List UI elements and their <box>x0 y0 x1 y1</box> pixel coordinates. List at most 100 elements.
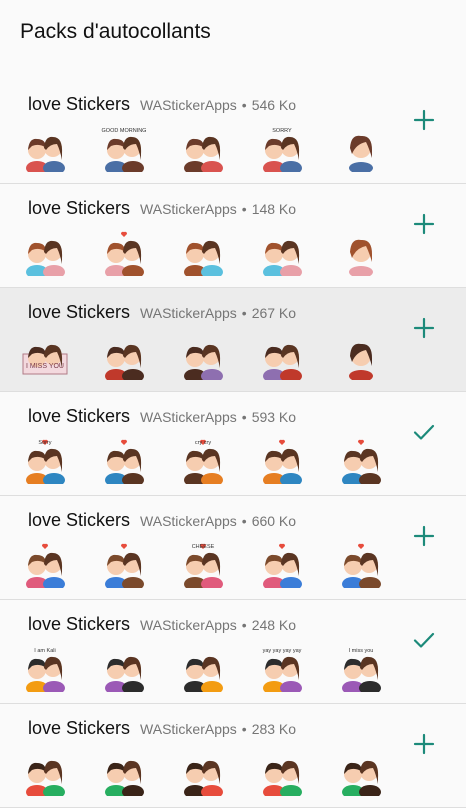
sticker-preview-strip: Sorry cry cry <box>20 436 386 487</box>
add-pack-button[interactable] <box>410 108 438 136</box>
pack-publisher: WAStickerApps <box>140 617 237 633</box>
sticker-preview <box>257 228 307 279</box>
sticker-preview: I MISS YOU <box>20 332 70 380</box>
pack-header: love Stickers WAStickerApps • 546 Ko <box>28 94 296 115</box>
pack-meta: WAStickerApps • 148 Ko <box>140 201 296 217</box>
sticker-preview-strip: I am Kali yay yay yay yay I miss you <box>20 644 386 695</box>
svg-text:Sorry: Sorry <box>38 440 51 446</box>
sticker-preview <box>99 332 149 383</box>
pack-publisher: WAStickerApps <box>140 201 237 217</box>
sticker-preview <box>99 540 149 591</box>
meta-separator: • <box>241 513 247 529</box>
sticker-preview: CHEESE <box>178 540 228 591</box>
pack-meta: WAStickerApps • 267 Ko <box>140 305 296 321</box>
meta-separator: • <box>241 97 247 113</box>
pack-publisher: WAStickerApps <box>140 305 237 321</box>
sticker-preview-strip: CHEESE <box>20 540 386 591</box>
app-bar: Packs d'autocollants <box>0 0 466 64</box>
sticker-preview: I miss you <box>336 644 386 695</box>
check-icon <box>412 628 436 657</box>
pack-name: love Stickers <box>28 94 131 114</box>
svg-text:I am Kali: I am Kali <box>34 648 55 654</box>
check-icon <box>412 420 436 449</box>
sticker-preview <box>99 228 149 279</box>
sticker-preview <box>336 540 386 591</box>
add-pack-button[interactable] <box>410 316 438 344</box>
sticker-preview <box>20 748 70 799</box>
pack-header: love Stickers WAStickerApps • 660 Ko <box>28 510 296 531</box>
sticker-pack-row[interactable]: love Stickers WAStickerApps • 283 Ko <box>0 704 466 808</box>
meta-separator: • <box>241 617 247 633</box>
plus-icon <box>412 524 436 553</box>
meta-separator: • <box>241 201 247 217</box>
sticker-pack-row[interactable]: love Stickers WAStickerApps • 267 Ko I MISS … <box>0 288 466 392</box>
pack-header: love Stickers WAStickerApps • 593 Ko <box>28 406 296 427</box>
added-check-button[interactable] <box>410 420 438 448</box>
pack-name: love Stickers <box>28 718 131 738</box>
sticker-preview <box>178 644 228 695</box>
added-check-button[interactable] <box>410 628 438 656</box>
sticker-preview-strip <box>20 228 386 279</box>
plus-icon <box>412 316 436 345</box>
add-pack-button[interactable] <box>410 732 438 760</box>
pack-size: 593 Ko <box>251 409 297 425</box>
sticker-preview <box>99 644 149 695</box>
svg-text:SORRY: SORRY <box>272 128 292 134</box>
pack-size: 267 Ko <box>251 305 297 321</box>
sticker-preview <box>20 228 70 279</box>
pack-header: love Stickers WAStickerApps • 248 Ko <box>28 614 296 635</box>
sticker-pack-list: love Stickers WAStickerApps • 546 Ko GOOD MO… <box>0 80 466 808</box>
sticker-preview: cry cry <box>178 436 228 487</box>
sticker-preview <box>336 228 386 278</box>
pack-header: love Stickers WAStickerApps • 267 Ko <box>28 302 296 323</box>
sticker-preview <box>257 332 307 383</box>
page-title: Packs d'autocollants <box>20 20 211 43</box>
add-pack-button[interactable] <box>410 524 438 552</box>
pack-size: 148 Ko <box>251 201 297 217</box>
pack-meta: WAStickerApps • 660 Ko <box>140 513 296 529</box>
sticker-preview <box>336 436 386 487</box>
pack-publisher: WAStickerApps <box>140 513 237 529</box>
meta-separator: • <box>241 721 247 737</box>
sticker-preview <box>257 540 307 591</box>
pack-size: 546 Ko <box>251 97 297 113</box>
pack-name: love Stickers <box>28 510 131 530</box>
sticker-preview <box>178 748 228 799</box>
sticker-preview: SORRY <box>257 124 307 175</box>
plus-icon <box>412 108 436 137</box>
sticker-preview <box>257 436 307 487</box>
sticker-preview <box>336 748 386 799</box>
add-pack-button[interactable] <box>410 212 438 240</box>
sticker-preview <box>178 228 228 279</box>
sticker-preview-strip: I MISS YOU <box>20 332 386 383</box>
sticker-pack-row[interactable]: love Stickers WAStickerApps • 248 Ko I am Ka… <box>0 600 466 704</box>
svg-text:CHEESE: CHEESE <box>192 544 215 550</box>
svg-text:GOOD MORNING: GOOD MORNING <box>102 128 147 134</box>
sticker-preview <box>336 332 386 382</box>
sticker-pack-row[interactable]: love Stickers WAStickerApps • 593 Ko Sorry cr… <box>0 392 466 496</box>
plus-icon <box>412 732 436 761</box>
sticker-preview <box>99 748 149 799</box>
pack-meta: WAStickerApps • 248 Ko <box>140 617 296 633</box>
sticker-pack-row[interactable]: love Stickers WAStickerApps • 660 Ko CHEESE <box>0 496 466 600</box>
pack-publisher: WAStickerApps <box>140 409 237 425</box>
sticker-preview <box>257 748 307 799</box>
sticker-preview <box>20 540 70 591</box>
sticker-preview: yay yay yay yay <box>257 644 307 695</box>
pack-publisher: WAStickerApps <box>140 721 237 737</box>
svg-text:I miss you: I miss you <box>349 648 374 654</box>
svg-text:cry cry: cry cry <box>195 440 211 446</box>
pack-meta: WAStickerApps • 283 Ko <box>140 721 296 737</box>
pack-name: love Stickers <box>28 198 131 218</box>
pack-name: love Stickers <box>28 302 131 322</box>
sticker-preview: I am Kali <box>20 644 70 695</box>
pack-header: love Stickers WAStickerApps • 283 Ko <box>28 718 296 739</box>
pack-header: love Stickers WAStickerApps • 148 Ko <box>28 198 296 219</box>
pack-meta: WAStickerApps • 546 Ko <box>140 97 296 113</box>
pack-size: 660 Ko <box>251 513 297 529</box>
list-top-spacer <box>0 64 466 80</box>
sticker-pack-row[interactable]: love Stickers WAStickerApps • 546 Ko GOOD MO… <box>0 80 466 184</box>
sticker-preview <box>336 124 386 174</box>
sticker-pack-row[interactable]: love Stickers WAStickerApps • 148 Ko <box>0 184 466 288</box>
sticker-preview-strip: GOOD MORNING SORRY <box>20 124 386 175</box>
